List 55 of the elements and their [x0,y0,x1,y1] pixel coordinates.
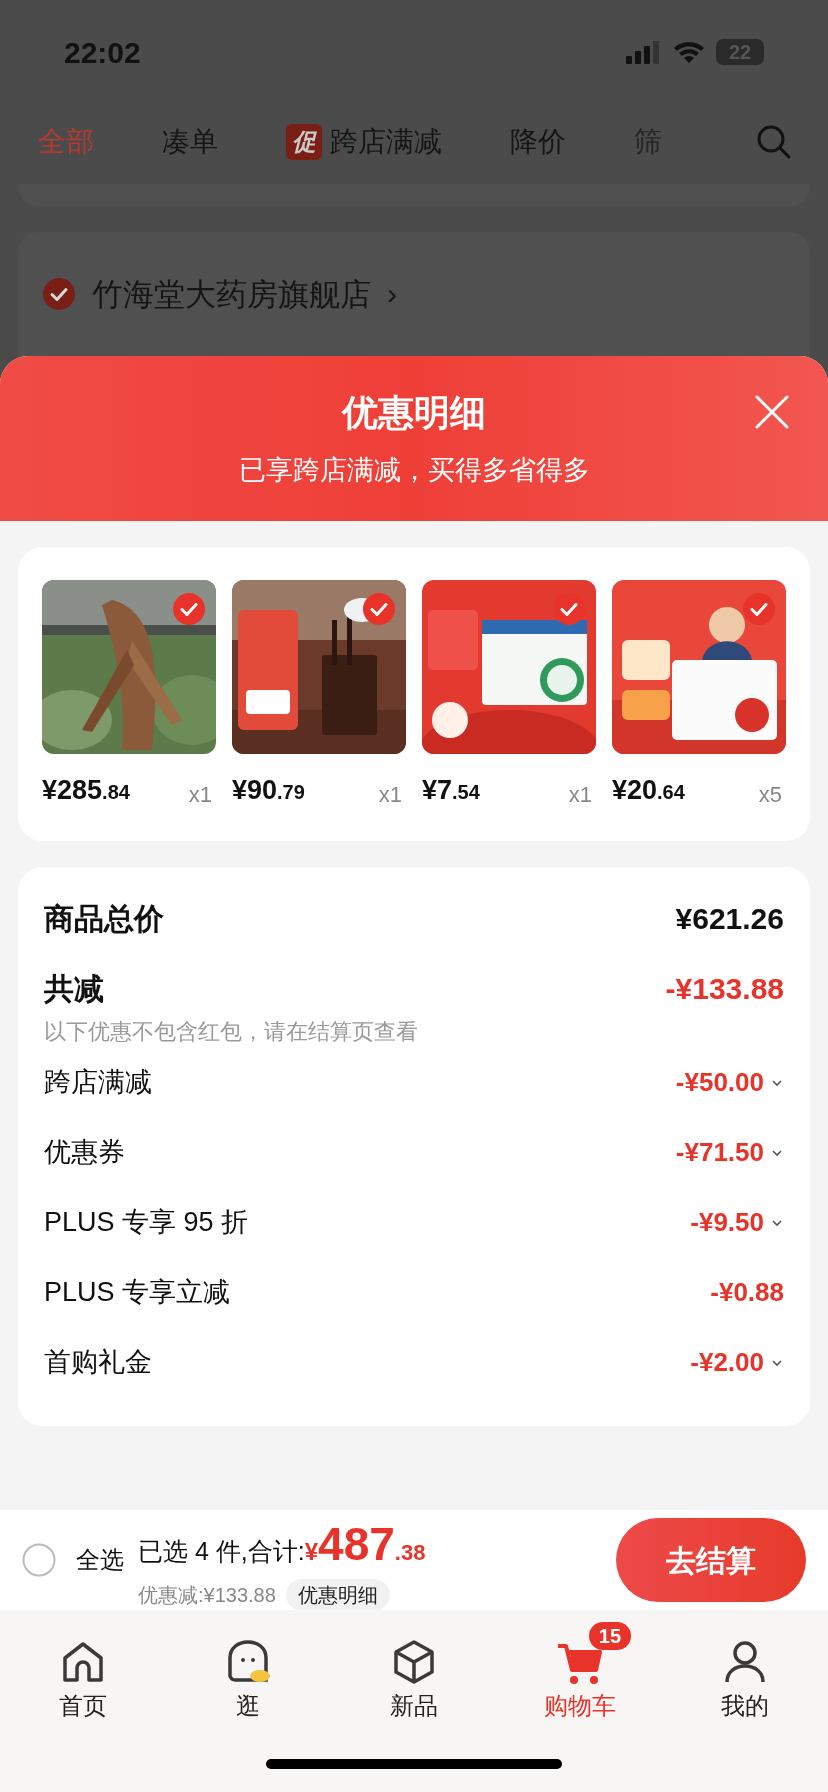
discount-amount[interactable]: -¥2.00 [690,1343,784,1382]
discount-amount[interactable]: -¥71.50 [675,1133,784,1172]
search-icon[interactable] [756,124,792,160]
total-value: ¥621.26 [675,901,784,937]
nav-tab[interactable]: 逛 [165,1622,332,1724]
nav-tab[interactable]: 我的 [662,1622,828,1724]
chevron-down-icon [770,1077,784,1088]
product-price: ¥7.54 [422,774,480,807]
details-button[interactable]: 优惠明细 [285,1578,390,1611]
unchecked-circle-icon[interactable] [22,1543,56,1577]
nav-tab[interactable]: 新品 [331,1622,497,1724]
saved-amount: 优惠减:¥133.88 [138,1582,276,1608]
chevron-down-icon [770,1217,784,1228]
chevron-down-icon [770,1147,784,1158]
checked-circle-icon[interactable] [552,592,586,626]
product-quantity: x1 [378,780,403,809]
reduction-note: 以下优惠不包含红包，请在结算页查看 [44,1017,419,1046]
reduction-value: -¥133.88 [665,971,784,1007]
checked-circle-icon[interactable] [42,277,76,311]
product-price: ¥90.79 [232,774,305,807]
signal-icon [626,40,662,64]
cart-badge: 15 [588,1622,632,1650]
discount-label: PLUS 专享 95 折 [44,1206,249,1240]
discount-label: 优惠券 [44,1136,125,1170]
discount-label: 首购礼金 [44,1346,152,1380]
reduction-label: 共减 [44,971,104,1007]
checkout-button[interactable]: 去结算 [616,1518,806,1602]
nav-tab[interactable]: 购物车 15 [496,1622,663,1724]
discount-amount[interactable]: -¥9.50 [690,1203,784,1242]
wifi-icon [672,39,706,65]
product-price: ¥20.64 [612,774,685,807]
total-amount: ¥487.38 [304,1516,426,1572]
discount-label: 跨店满减 [44,1066,152,1100]
sheet-subtitle: 已享跨店满减，买得多省得多 [238,454,590,487]
select-all-label[interactable]: 全选 [76,1542,124,1578]
promo-badge: 促 [286,124,322,160]
discount-amount[interactable]: -¥50.00 [675,1063,784,1102]
checked-circle-icon[interactable] [172,592,206,626]
chevron-right: › [387,277,397,311]
nav-tab[interactable]: 首页 [0,1622,166,1724]
product-quantity: x5 [758,780,783,809]
discount-amount: -¥0.88 [710,1276,784,1309]
chevron-down-icon [770,1357,784,1368]
store-name[interactable]: 竹海堂大药房旗舰店 [92,277,371,313]
sheet-title: 优惠明细 [342,391,486,435]
close-icon[interactable] [754,394,790,430]
product-quantity: x1 [188,780,213,809]
status-time: 22:02 [64,34,141,71]
total-label: 商品总价 [44,901,164,937]
discount-label: PLUS 专享立减 [44,1276,231,1310]
checked-circle-icon[interactable] [362,592,396,626]
product-price: ¥285.84 [42,774,130,807]
product-quantity: x1 [568,780,593,809]
selected-summary: 已选 4 件,合计: [138,1535,305,1567]
checked-circle-icon[interactable] [742,592,776,626]
